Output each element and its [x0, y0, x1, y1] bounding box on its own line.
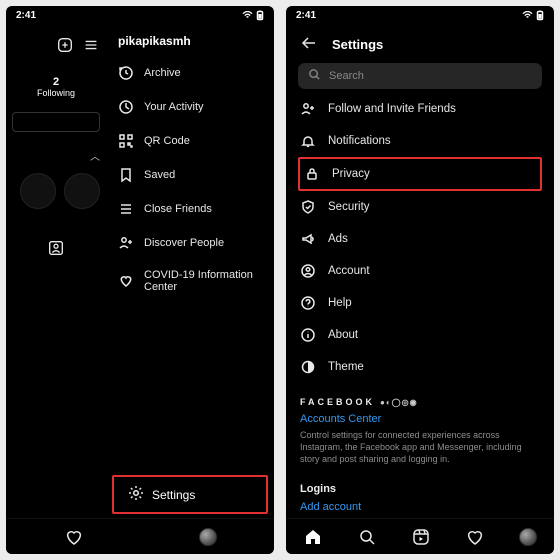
qr-icon: [118, 133, 134, 149]
settings-help[interactable]: Help: [286, 287, 554, 319]
status-bar: 2:41: [286, 6, 554, 24]
logins-header: Logins: [286, 473, 554, 499]
add-account-link[interactable]: Add account: [286, 501, 554, 513]
nav-profile[interactable]: [199, 528, 217, 546]
settings-label: Settings: [152, 488, 195, 502]
wifi-icon: [522, 11, 533, 20]
nav-activity[interactable]: [465, 527, 485, 547]
theme-icon: [300, 359, 316, 375]
heart-plus-icon: [118, 273, 134, 289]
menu-settings[interactable]: Settings: [112, 475, 268, 514]
settings-account[interactable]: Account: [286, 255, 554, 287]
menu-discover[interactable]: Discover People: [106, 226, 274, 260]
story-highlight[interactable]: [20, 173, 56, 209]
item-label: Privacy: [332, 168, 370, 180]
menu-label: Archive: [144, 67, 181, 79]
menu-label: Discover People: [144, 237, 224, 249]
back-icon[interactable]: [300, 34, 318, 55]
activity-icon: [118, 99, 134, 115]
settings-ads[interactable]: Ads: [286, 223, 554, 255]
saved-icon: [118, 167, 134, 183]
battery-icon: [256, 10, 264, 21]
battery-icon: [536, 10, 544, 21]
nav-profile[interactable]: [519, 528, 537, 546]
menu-activity[interactable]: Your Activity: [106, 90, 274, 124]
phone-right: 2:41 Settings Search Follow and Invite F…: [286, 6, 554, 554]
nav-search[interactable]: [357, 527, 377, 547]
megaphone-icon: [300, 231, 316, 247]
search-placeholder: Search: [329, 70, 364, 82]
item-label: Help: [328, 297, 352, 309]
gear-icon: [128, 485, 144, 504]
menu-label: Saved: [144, 169, 175, 181]
item-label: About: [328, 329, 358, 341]
nav-home[interactable]: [303, 527, 323, 547]
menu-label: QR Code: [144, 135, 190, 147]
bell-icon: [300, 133, 316, 149]
search-input[interactable]: Search: [298, 63, 542, 89]
status-time: 2:41: [16, 10, 36, 21]
accounts-center-link[interactable]: Accounts Center: [286, 413, 554, 425]
bottom-nav: [6, 518, 274, 554]
following-count[interactable]: 2 Following: [37, 76, 75, 98]
shield-icon: [300, 199, 316, 215]
facebook-label: FACEBOOK ●◐◯◎◉: [300, 397, 540, 407]
hamburger-icon[interactable]: [82, 36, 100, 56]
nav-activity[interactable]: [64, 527, 84, 547]
archive-icon: [118, 65, 134, 81]
menu-label: Close Friends: [144, 203, 212, 215]
menu-saved[interactable]: Saved: [106, 158, 274, 192]
search-icon: [308, 68, 321, 84]
lock-icon: [304, 166, 320, 182]
account-icon: [300, 263, 316, 279]
menu-qr[interactable]: QR Code: [106, 124, 274, 158]
menu-label: Your Activity: [144, 101, 204, 113]
settings-about[interactable]: About: [286, 319, 554, 351]
item-label: Account: [328, 265, 370, 277]
wifi-icon: [242, 11, 253, 20]
avatar: [199, 528, 217, 546]
list-icon: [118, 201, 134, 217]
item-label: Security: [328, 201, 370, 213]
settings-privacy[interactable]: Privacy: [298, 157, 542, 191]
edit-profile-button[interactable]: [12, 112, 100, 132]
side-drawer: pikapikasmh Archive Your Activity QR Cod…: [106, 24, 274, 517]
status-time: 2:41: [296, 10, 316, 21]
help-icon: [300, 295, 316, 311]
settings-notifications[interactable]: Notifications: [286, 125, 554, 157]
profile-background: 2 Following ︿: [6, 24, 106, 517]
username-label: pikapikasmh: [106, 34, 274, 56]
menu-label: COVID-19 Information Center: [144, 269, 262, 293]
phone-left: 2:41 2 Following ︿: [6, 6, 274, 554]
add-friend-icon: [300, 101, 316, 117]
item-label: Follow and Invite Friends: [328, 103, 456, 115]
settings-follow-invite[interactable]: Follow and Invite Friends: [286, 93, 554, 125]
settings-header: Settings: [286, 24, 554, 63]
page-title: Settings: [332, 37, 383, 52]
menu-close-friends[interactable]: Close Friends: [106, 192, 274, 226]
status-bar: 2:41: [6, 6, 274, 24]
settings-security[interactable]: Security: [286, 191, 554, 223]
menu-archive[interactable]: Archive: [106, 56, 274, 90]
create-icon[interactable]: [56, 36, 74, 56]
nav-reels[interactable]: [411, 527, 431, 547]
avatar: [519, 528, 537, 546]
chevron-up-icon[interactable]: ︿: [90, 148, 100, 163]
bottom-nav: [286, 518, 554, 554]
discover-icon: [118, 235, 134, 251]
accounts-center-desc: Control settings for connected experienc…: [286, 425, 554, 473]
item-label: Ads: [328, 233, 348, 245]
item-label: Theme: [328, 361, 364, 373]
settings-theme[interactable]: Theme: [286, 351, 554, 383]
info-icon: [300, 327, 316, 343]
tagged-tab-icon[interactable]: [47, 239, 65, 259]
menu-covid[interactable]: COVID-19 Information Center: [106, 260, 274, 302]
item-label: Notifications: [328, 135, 391, 147]
story-highlight[interactable]: [64, 173, 100, 209]
